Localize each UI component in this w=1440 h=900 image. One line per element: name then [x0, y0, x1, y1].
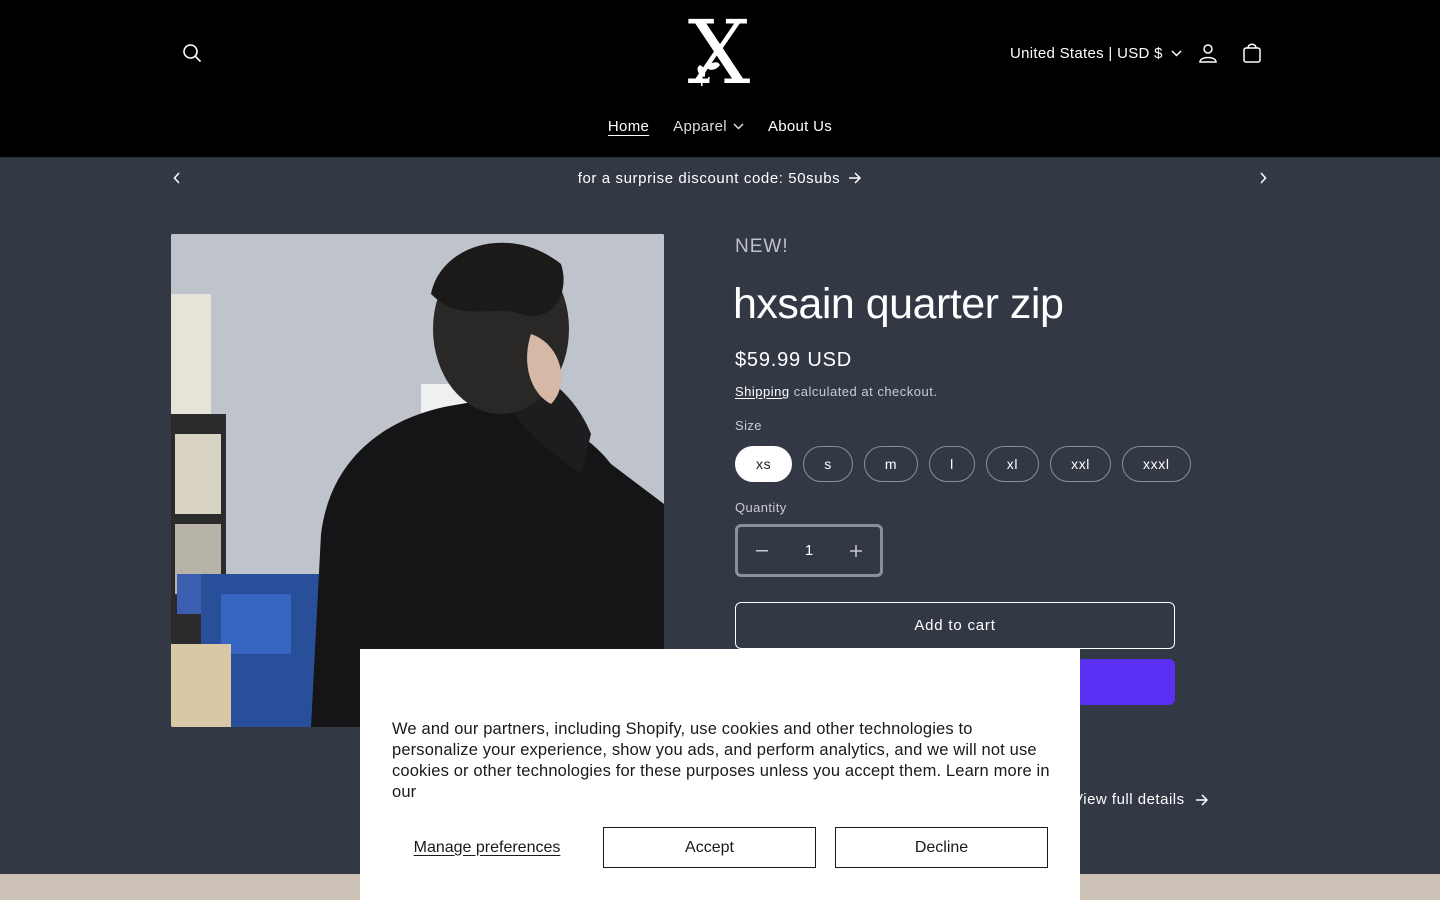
shipping-note: Shipping calculated at checkout. [735, 384, 937, 399]
search-icon [183, 44, 202, 63]
site-header: X United States | USD $ Home Apparel Abo… [0, 0, 1440, 158]
view-full-details-link[interactable]: View full details [1073, 791, 1209, 808]
minus-icon [756, 549, 768, 551]
chevron-left-icon [173, 172, 180, 184]
cookie-banner-text: We and our partners, including Shopify, … [392, 720, 1050, 801]
chevron-down-icon [733, 123, 744, 130]
product-price: $59.99 USD [735, 349, 852, 371]
size-option-xxl[interactable]: xxl [1050, 446, 1112, 482]
nav-item-about-us[interactable]: About Us [756, 110, 844, 143]
quantity-label: Quantity [735, 500, 787, 515]
cart-button[interactable] [1230, 31, 1274, 75]
decline-cookies-button[interactable]: Decline [835, 827, 1048, 868]
accept-cookies-button[interactable]: Accept [603, 827, 816, 868]
nav-item-home[interactable]: Home [596, 110, 661, 143]
size-label: Size [735, 418, 762, 433]
quantity-input[interactable] [786, 527, 832, 574]
announcement-link[interactable]: for a surprise discount code: 50subs [578, 170, 863, 187]
arrow-right-icon [849, 172, 862, 184]
plus-icon [850, 544, 862, 557]
chevron-right-icon [1260, 172, 1267, 184]
add-to-cart-button[interactable]: Add to cart [735, 602, 1175, 649]
manage-preferences-link[interactable]: Manage preferences [392, 827, 582, 868]
size-option-xxxl[interactable]: xxxl [1122, 446, 1191, 482]
size-option-label: xxl [1071, 456, 1091, 472]
size-option-label: s [824, 456, 832, 472]
size-option-xl[interactable]: xl [985, 446, 1040, 482]
announcement-next-button[interactable] [1252, 167, 1274, 189]
size-option-label: xs [756, 456, 772, 472]
currency-label: United States | USD $ [1010, 44, 1163, 62]
size-option-label: xxxl [1143, 456, 1170, 472]
arrow-right-icon [1195, 793, 1208, 806]
size-option-xs[interactable]: xs [735, 446, 793, 482]
nav-item-label: Home [607, 118, 650, 135]
size-option-l[interactable]: l [929, 446, 975, 482]
size-option-s[interactable]: s [803, 446, 853, 482]
account-button[interactable] [1186, 31, 1230, 75]
size-option-label: xl [1006, 456, 1019, 472]
size-options: xs s m l xl xxl xxxl [735, 446, 1191, 482]
quantity-increase-button[interactable] [832, 527, 880, 574]
account-icon [1199, 44, 1217, 63]
cookie-banner: We and our partners, including Shopify, … [360, 649, 1080, 900]
nav-item-label: Apparel [673, 118, 727, 135]
view-details-label: View full details [1073, 791, 1185, 808]
product-title: hxsain quarter zip [733, 280, 1064, 328]
nav-item-label: About Us [767, 118, 833, 135]
main-navigation: Home Apparel About Us [0, 110, 1440, 143]
search-button[interactable] [170, 31, 214, 75]
size-option-label: l [950, 456, 954, 472]
quantity-stepper [735, 524, 883, 577]
leaf-ornament-icon [697, 61, 720, 87]
store-logo[interactable]: X [676, 9, 762, 97]
size-option-label: m [884, 456, 898, 472]
chevron-down-icon [1171, 49, 1182, 57]
announcement-text: for a surprise discount code: 50subs [577, 169, 841, 187]
shipping-link[interactable]: Shipping [735, 384, 790, 399]
announcement-bar: for a surprise discount code: 50subs [0, 159, 1440, 197]
cart-icon [1243, 43, 1261, 63]
product-badge: NEW! [735, 236, 789, 257]
shipping-suffix: calculated at checkout. [789, 384, 938, 399]
size-option-m[interactable]: m [863, 446, 919, 482]
announcement-prev-button[interactable] [166, 167, 188, 189]
quantity-decrease-button[interactable] [738, 527, 786, 574]
nav-item-apparel[interactable]: Apparel [661, 110, 756, 143]
currency-selector[interactable]: United States | USD $ [1010, 38, 1182, 68]
